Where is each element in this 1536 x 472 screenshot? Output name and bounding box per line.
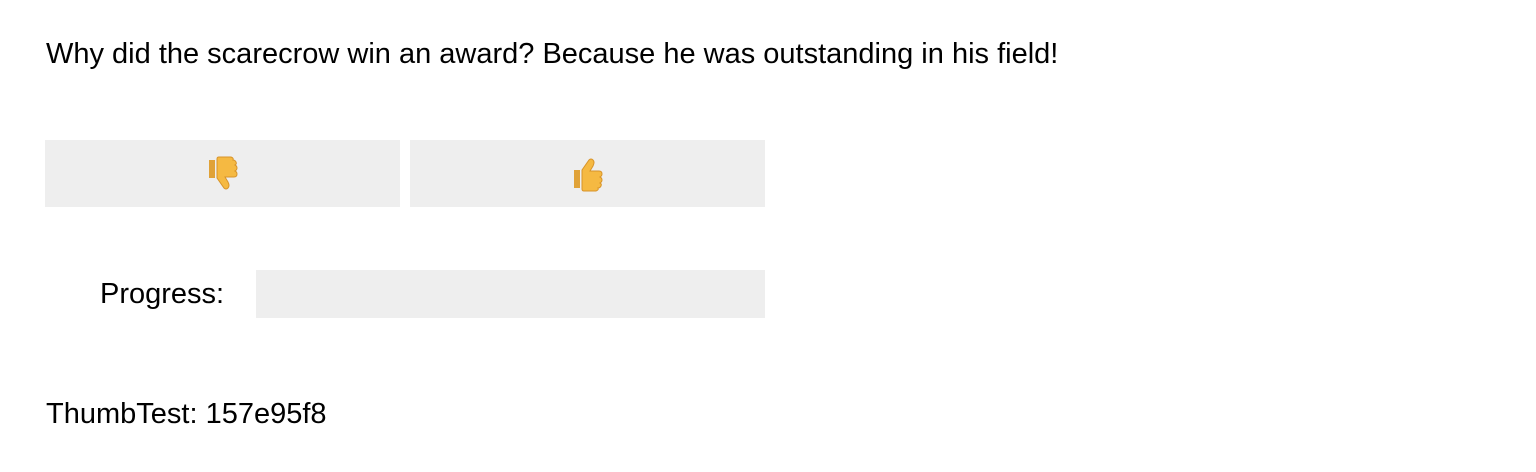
thumbs-down-button[interactable] [45,140,400,207]
progress-label: Progress: [100,278,225,310]
vote-buttons [45,140,765,207]
thumbtest-footer: ThumbTest: 157e95f8 [46,396,327,432]
thumbtest-id: 157e95f8 [205,398,327,430]
thumbs-up-icon [571,156,605,192]
thumbs-up-button[interactable] [410,140,765,207]
thumbs-down-icon [206,156,240,192]
joke-text: Why did the scarecrow win an award? Beca… [46,38,1059,70]
thumb-test-page: Why did the scarecrow win an award? Beca… [0,0,1536,472]
progress-row: Progress: [100,270,765,318]
thumbtest-label: ThumbTest: [46,398,198,430]
progress-bar [256,270,765,318]
